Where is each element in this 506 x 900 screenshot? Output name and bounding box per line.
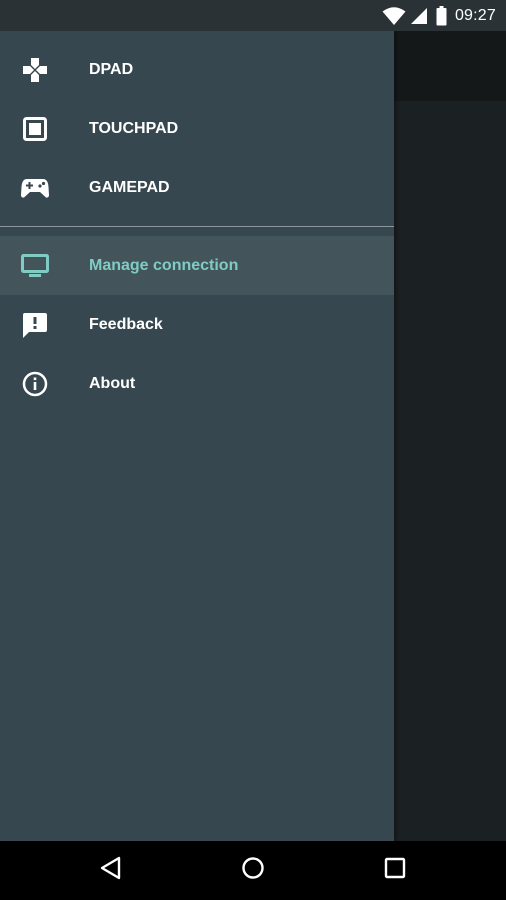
navigation-drawer: DPAD TOUCHPAD GAMEPAD Manage connection … bbox=[0, 31, 394, 841]
drawer-item-gamepad[interactable]: GAMEPAD bbox=[0, 158, 394, 217]
drawer-item-about[interactable]: About bbox=[0, 354, 394, 413]
feedback-icon bbox=[20, 310, 50, 340]
drawer-secondary-group: Manage connection Feedback About bbox=[0, 236, 394, 413]
drawer-item-manage-connection[interactable]: Manage connection bbox=[0, 236, 394, 295]
drawer-item-label: GAMEPAD bbox=[89, 178, 170, 196]
back-button[interactable] bbox=[71, 841, 151, 900]
drawer-item-dpad[interactable]: DPAD bbox=[0, 40, 394, 99]
drawer-item-label: Feedback bbox=[89, 315, 163, 333]
drawer-item-label: DPAD bbox=[89, 60, 134, 78]
recents-icon bbox=[384, 857, 406, 884]
navigation-bar bbox=[0, 841, 506, 900]
battery-icon bbox=[436, 5, 447, 26]
home-icon bbox=[241, 856, 265, 885]
gamepad-icon bbox=[20, 173, 50, 203]
tv-icon bbox=[20, 251, 50, 281]
dpad-icon bbox=[20, 55, 50, 85]
cell-signal-icon bbox=[410, 7, 428, 25]
info-icon bbox=[20, 369, 50, 399]
drawer-item-label: About bbox=[89, 374, 136, 392]
drawer-item-label: Manage connection bbox=[89, 256, 239, 274]
status-time: 09:27 bbox=[454, 6, 496, 24]
back-icon bbox=[99, 856, 123, 885]
home-button[interactable] bbox=[213, 841, 293, 900]
drawer-item-feedback[interactable]: Feedback bbox=[0, 295, 394, 354]
drawer-divider bbox=[0, 226, 394, 227]
touchpad-icon bbox=[20, 114, 50, 144]
drawer-item-label: TOUCHPAD bbox=[89, 119, 179, 137]
drawer-primary-group: DPAD TOUCHPAD GAMEPAD bbox=[0, 31, 394, 217]
recents-button[interactable] bbox=[355, 841, 435, 900]
status-bar: 09:27 bbox=[0, 0, 506, 31]
wifi-icon bbox=[382, 6, 406, 26]
drawer-item-touchpad[interactable]: TOUCHPAD bbox=[0, 99, 394, 158]
